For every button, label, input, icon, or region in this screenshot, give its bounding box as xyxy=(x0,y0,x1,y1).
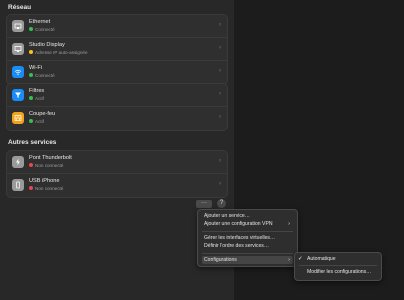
status-dot-icon xyxy=(29,163,33,167)
section-title-autres-services: Autres services xyxy=(8,139,57,146)
menu-item-configurations[interactable]: Configurations › xyxy=(202,256,293,264)
filter-icon xyxy=(12,89,24,101)
menu-separator xyxy=(202,231,293,232)
configurations-submenu: ✓ Automatique Modifier les configuration… xyxy=(294,252,382,281)
security-group: Filtres Actif › Coupe-feu Actif › xyxy=(6,83,228,131)
status-dot-icon xyxy=(29,27,33,31)
chevron-right-icon: › xyxy=(219,158,221,164)
chevron-right-icon: › xyxy=(219,45,221,51)
service-row-filtres[interactable]: Filtres Actif › xyxy=(7,84,227,107)
service-name: Studio Display xyxy=(29,42,65,48)
status-dot-icon xyxy=(29,119,33,123)
service-status: Connecté xyxy=(29,27,55,32)
service-status: Non connecté xyxy=(29,163,63,168)
checkmark-icon: ✓ xyxy=(298,256,303,262)
more-actions-button[interactable]: ··· xyxy=(196,200,212,208)
service-name: USB iPhone xyxy=(29,178,60,184)
menu-item-manage-virtual-interfaces[interactable]: Gérer les interfaces virtuelles… xyxy=(202,234,293,242)
submenu-item-modify-configurations[interactable]: Modifier les configurations… xyxy=(299,268,377,276)
menu-item-set-service-order[interactable]: Définir l'ordre des services… xyxy=(202,242,293,250)
service-row-usb-iphone[interactable]: USB iPhone Non connecté › xyxy=(7,174,227,197)
menu-separator xyxy=(202,253,293,254)
chevron-right-icon: › xyxy=(288,221,290,227)
help-button[interactable]: ? xyxy=(217,199,226,208)
service-status: Non connecté xyxy=(29,186,63,191)
service-row-coupe-feu[interactable]: Coupe-feu Actif › xyxy=(7,107,227,130)
chevron-right-icon: › xyxy=(219,68,221,74)
service-name: Filtres xyxy=(29,88,45,94)
wifi-icon xyxy=(12,66,24,78)
chevron-right-icon: › xyxy=(219,181,221,187)
other-services-group: Pont Thunderbolt Non connecté › USB iPho… xyxy=(6,150,228,198)
chevron-right-icon: › xyxy=(219,22,221,28)
display-icon xyxy=(12,43,24,55)
thunderbolt-icon xyxy=(12,156,24,168)
service-status: Actif xyxy=(29,119,44,124)
service-status: Actif xyxy=(29,96,44,101)
service-status: Connecté xyxy=(29,73,55,78)
menu-item-add-vpn[interactable]: Ajouter une configuration VPN › xyxy=(202,220,293,228)
section-title-reseau: Réseau xyxy=(8,4,32,11)
status-dot-icon xyxy=(29,73,33,77)
service-name: Coupe-feu xyxy=(29,111,56,117)
service-name: Wi-Fi xyxy=(29,65,43,71)
menu-separator xyxy=(299,265,377,266)
firewall-icon xyxy=(12,112,24,124)
chevron-right-icon: › xyxy=(219,91,221,97)
submenu-item-automatique[interactable]: ✓ Automatique xyxy=(298,255,377,263)
menu-item-add-service[interactable]: Ajouter un service… xyxy=(202,212,293,220)
status-dot-icon xyxy=(29,50,33,54)
service-row-studio-display[interactable]: Studio Display Adresse IP auto-assignée … xyxy=(7,38,227,61)
status-dot-icon xyxy=(29,96,33,100)
service-name: Pont Thunderbolt xyxy=(29,155,72,161)
actions-menu: Ajouter un service… Ajouter une configur… xyxy=(197,209,298,267)
service-status: Adresse IP auto-assignée xyxy=(29,50,88,55)
service-row-ethernet[interactable]: Ethernet Connecté › xyxy=(7,15,227,38)
ethernet-icon xyxy=(12,20,24,32)
network-services-group: Ethernet Connecté › Studio Display Adres… xyxy=(6,14,228,85)
chevron-right-icon: › xyxy=(288,257,290,263)
service-name: Ethernet xyxy=(29,19,51,25)
chevron-right-icon: › xyxy=(219,114,221,120)
status-dot-icon xyxy=(29,186,33,190)
iphone-icon xyxy=(12,179,24,191)
service-row-pont-thunderbolt[interactable]: Pont Thunderbolt Non connecté › xyxy=(7,151,227,174)
service-row-wifi[interactable]: Wi-Fi Connecté › xyxy=(7,61,227,84)
